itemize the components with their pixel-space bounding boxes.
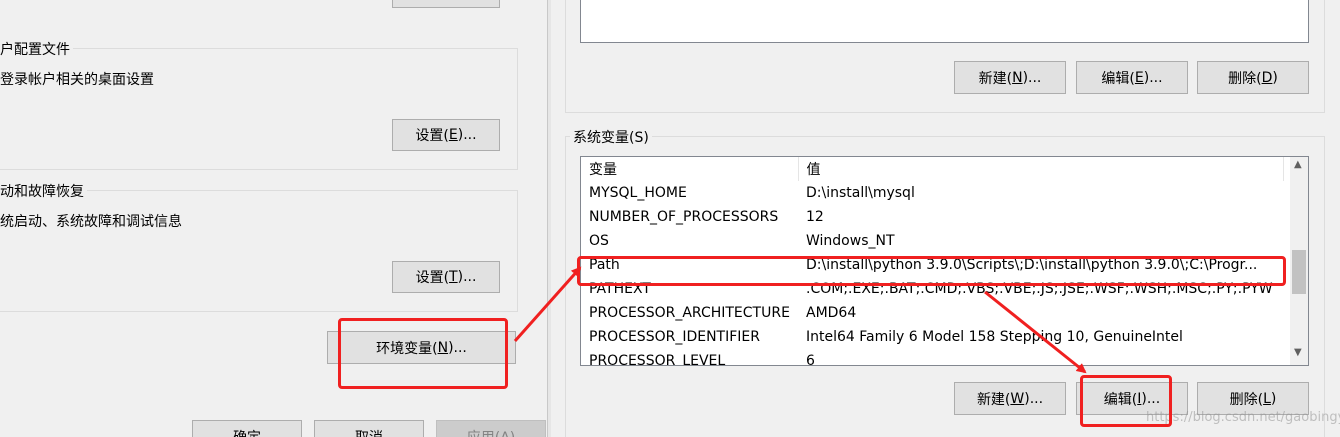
- arrow-env-to-path: [513, 266, 582, 342]
- annotation-arrows: [513, 266, 1087, 374]
- arrow-path-to-edit: [984, 290, 1087, 374]
